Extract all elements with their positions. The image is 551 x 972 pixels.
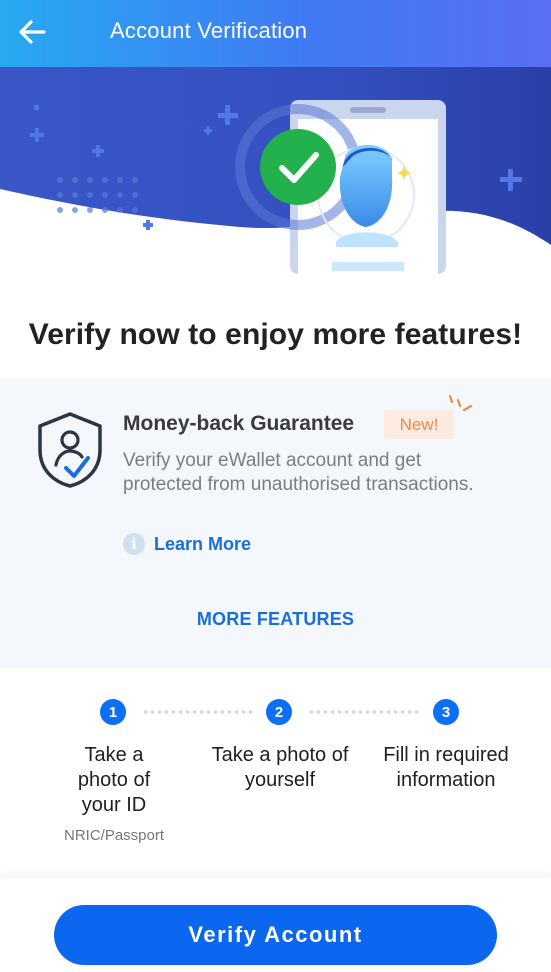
- learn-more-label: Learn More: [154, 533, 252, 554]
- step-1-label: Take a photo of your ID: [77, 744, 151, 816]
- feature-title: Money-back Guarantee: [123, 412, 355, 435]
- step-1-sublabel: NRIC/Passport: [63, 827, 165, 844]
- info-icon: i: [123, 533, 145, 555]
- step-connector: [308, 710, 418, 714]
- step-connector: [142, 710, 252, 714]
- step-2-label: Take a photo of yourself: [211, 744, 349, 791]
- sparkle-icon: [448, 394, 473, 412]
- step-3-number: 3: [433, 699, 459, 725]
- verify-account-button[interactable]: Verify Account: [54, 905, 497, 965]
- step-3-label: Fill in required information: [383, 744, 509, 791]
- arrow-left-icon: [19, 20, 46, 44]
- page-title: Account Verification: [110, 18, 308, 43]
- back-button[interactable]: [18, 14, 58, 50]
- step-2-number: 2: [266, 699, 292, 725]
- feature-description: Verify your eWallet account and get prot…: [123, 450, 474, 495]
- app-header: Account Verification: [0, 0, 551, 67]
- more-features-button[interactable]: MORE FEATURES: [0, 609, 551, 630]
- phone-face-verified-illustration: [0, 67, 551, 274]
- headline: Verify now to enjoy more features!: [28, 318, 523, 351]
- learn-more-link[interactable]: i Learn More: [123, 532, 251, 556]
- hero-banner: [0, 67, 551, 274]
- step-1-number: 1: [100, 699, 126, 725]
- shield-user-check-icon: [38, 412, 102, 488]
